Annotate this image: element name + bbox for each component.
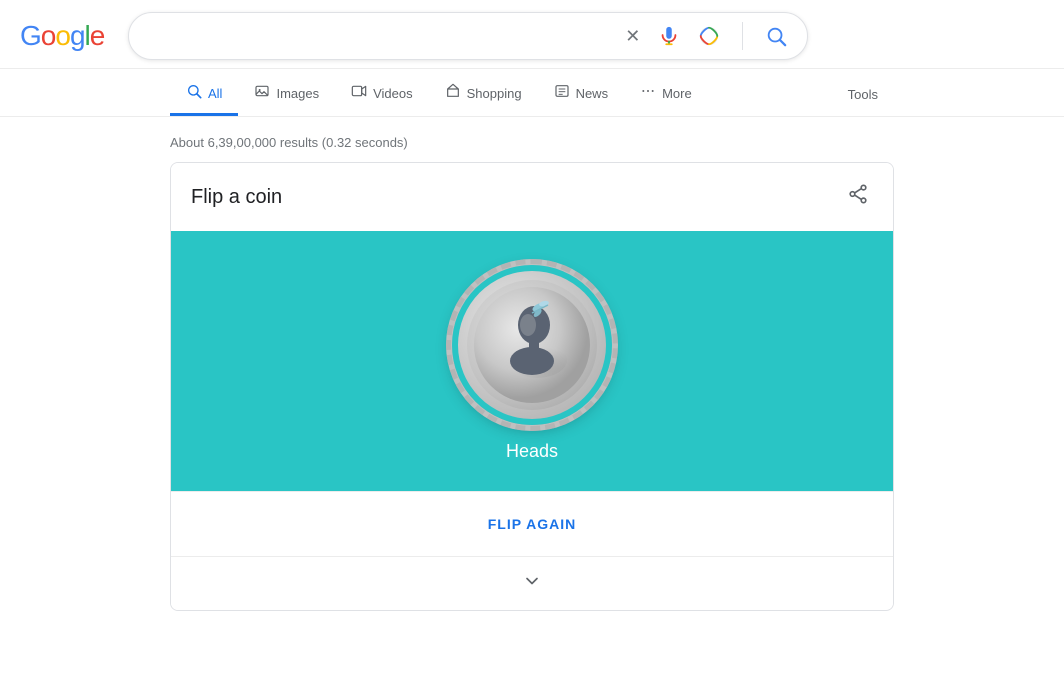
share-button[interactable]	[843, 179, 873, 215]
coin-result-label: Heads	[506, 441, 558, 462]
flip-again-section: FLIP AGAIN	[171, 491, 893, 556]
logo-letter-o2: o	[55, 20, 70, 52]
shopping-tab-icon	[445, 83, 461, 103]
all-tab-icon	[186, 83, 202, 103]
share-icon	[847, 183, 869, 205]
tools-tab[interactable]: Tools	[832, 77, 894, 112]
tab-all[interactable]: All	[170, 73, 238, 116]
clear-icon	[625, 26, 640, 47]
logo-letter-o1: o	[41, 20, 56, 52]
lens-icon	[698, 25, 720, 47]
tab-more-label: More	[662, 86, 692, 101]
news-tab-icon	[554, 83, 570, 103]
google-logo: G o o g l e	[20, 20, 104, 52]
search-input[interactable]: Flip a coin	[145, 27, 621, 45]
tab-shopping-label: Shopping	[467, 86, 522, 101]
search-bar: Flip a coin	[128, 12, 808, 60]
results-area: About 6,39,00,000 results (0.32 seconds)…	[0, 117, 1064, 619]
flip-again-button[interactable]: FLIP AGAIN	[472, 508, 593, 540]
coin-flip-card: Flip a coin	[170, 162, 894, 611]
mic-button[interactable]	[654, 21, 684, 51]
coin[interactable]	[452, 265, 612, 425]
coin-card-header: Flip a coin	[171, 163, 893, 231]
tab-news-label: News	[576, 86, 609, 101]
results-count: About 6,39,00,000 results (0.32 seconds)	[170, 125, 894, 162]
coin-card-title: Flip a coin	[191, 186, 282, 209]
tab-news[interactable]: News	[538, 73, 625, 116]
logo-letter-g2: g	[70, 20, 85, 52]
images-tab-icon	[254, 83, 270, 103]
coin-display-area: Heads	[171, 231, 893, 491]
clear-button[interactable]	[621, 22, 644, 51]
chevron-down-icon	[522, 571, 542, 596]
tab-more[interactable]: More	[624, 73, 708, 116]
tab-images[interactable]: Images	[238, 73, 335, 116]
tab-images-label: Images	[276, 86, 319, 101]
logo-letter-e: e	[90, 20, 105, 52]
tools-label: Tools	[848, 87, 878, 102]
logo-letter-g: G	[20, 20, 41, 52]
header: G o o g l e Flip a coin	[0, 0, 1064, 69]
expand-section[interactable]	[171, 556, 893, 610]
mic-icon	[658, 25, 680, 47]
tab-videos-label: Videos	[373, 86, 413, 101]
search-icons	[621, 21, 791, 51]
nav-tabs: All Images Videos Shopping News More Too…	[0, 69, 1064, 117]
lens-button[interactable]	[694, 21, 724, 51]
search-icon	[765, 25, 787, 47]
search-submit-button[interactable]	[761, 21, 791, 51]
videos-tab-icon	[351, 83, 367, 103]
tab-shopping[interactable]: Shopping	[429, 73, 538, 116]
search-divider	[742, 22, 743, 50]
more-tab-icon	[640, 83, 656, 103]
coin-heads-figure	[472, 285, 592, 405]
coin-inner	[467, 280, 597, 410]
tab-videos[interactable]: Videos	[335, 73, 429, 116]
tab-all-label: All	[208, 86, 222, 101]
